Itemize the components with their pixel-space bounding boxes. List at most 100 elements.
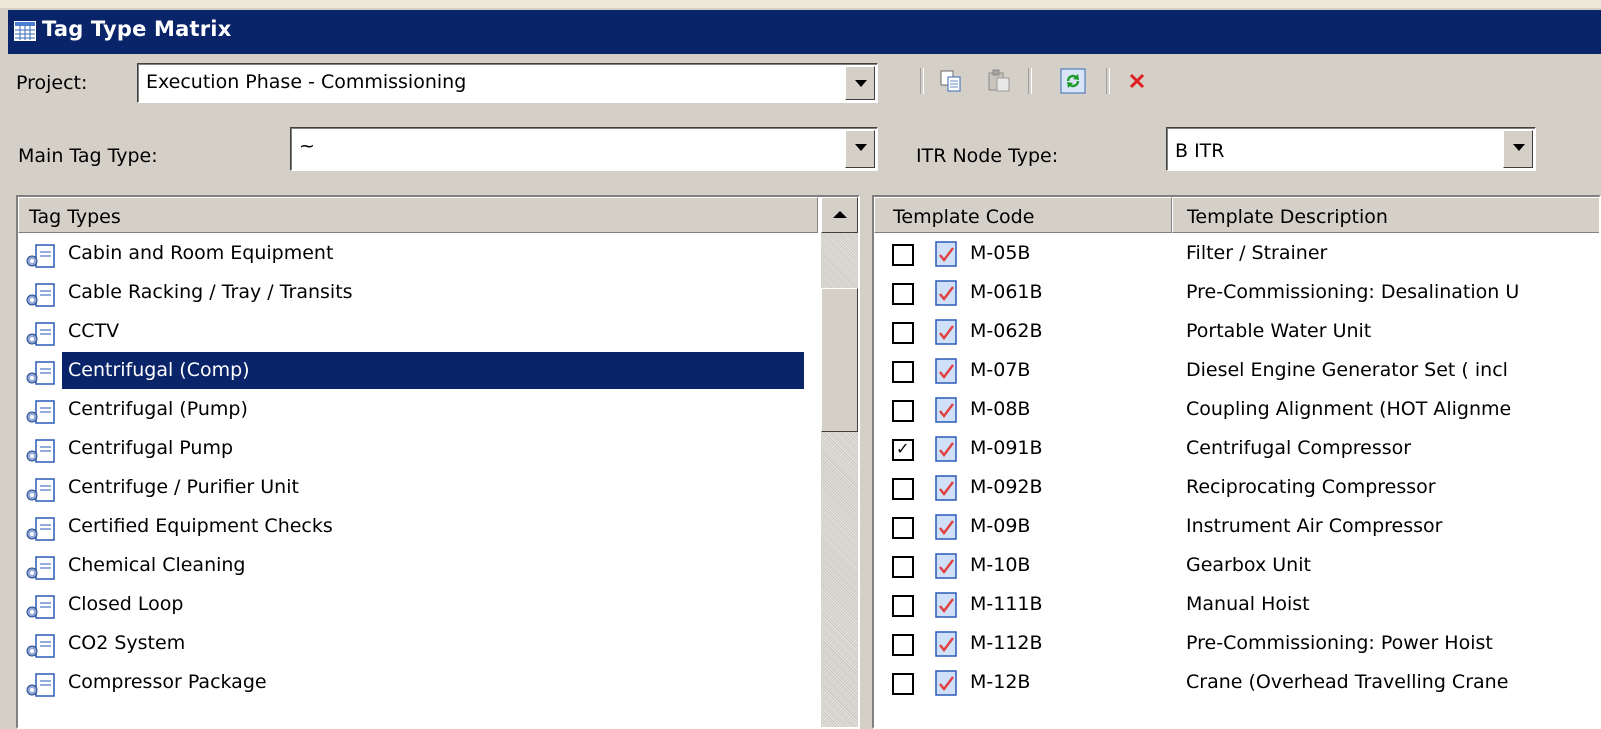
template-checkbox[interactable] [892,478,914,500]
project-value: Execution Phase - Commissioning [146,71,467,93]
template-code: M-12B [970,671,1031,693]
tag-type-icon [26,517,55,541]
table-row[interactable]: M-09B Instrument Air Compressor [874,508,1599,545]
template-checkbox[interactable] [892,283,914,305]
title-bar: Tag Type Matrix [8,10,1601,54]
itr-node-type-select[interactable]: B ITR [1166,127,1536,171]
tag-type-icon [26,634,55,658]
tag-type-icon [26,361,55,385]
template-code: M-07B [970,359,1031,381]
tag-types-scrollbar[interactable] [821,197,858,727]
check-icon: ✓ [896,439,910,458]
template-description: Portable Water Unit [1186,320,1372,342]
tag-type-icon [26,595,55,619]
table-row[interactable]: M-08B Coupling Alignment (HOT Alignme [874,391,1599,428]
itr-node-type-value: B ITR [1175,140,1225,162]
list-item[interactable]: Chemical Cleaning [18,547,818,584]
checklist-document-icon [935,319,957,345]
table-row[interactable]: M-12B Crane (Overhead Travelling Crane [874,664,1599,701]
list-item[interactable]: Centrifuge / Purifier Unit [18,469,818,506]
template-checkbox[interactable] [892,517,914,539]
template-checkbox[interactable] [892,361,914,383]
tag-type-label: Chemical Cleaning [68,554,246,576]
template-description: Reciprocating Compressor [1186,476,1436,498]
main-tag-type-value: ~ [299,135,315,157]
refresh-icon[interactable] [1060,68,1086,94]
template-checkbox[interactable] [892,400,914,422]
tag-type-icon [26,322,55,346]
paste-icon[interactable] [986,68,1012,94]
list-item[interactable]: Cabin and Room Equipment [18,235,818,272]
tag-type-icon [26,439,55,463]
toolbar-separator [920,68,924,94]
tag-types-list[interactable]: Tag Types Cabin and Room Equipment Cable … [16,195,860,729]
scroll-up-button[interactable] [821,197,858,233]
checklist-document-icon [935,514,957,540]
project-label: Project: [16,72,88,94]
template-checkbox[interactable] [892,595,914,617]
list-item[interactable]: Centrifugal (Pump) [18,391,818,428]
template-description: Manual Hoist [1186,593,1310,615]
list-item[interactable]: Certified Equipment Checks [18,508,818,545]
toolbar-separator [1028,68,1032,94]
project-select[interactable]: Execution Phase - Commissioning [137,63,878,103]
table-row[interactable]: M-061B Pre-Commissioning: Desalination U [874,274,1599,311]
template-description: Filter / Strainer [1186,242,1328,264]
delete-icon[interactable] [1126,70,1148,92]
template-checkbox[interactable] [892,322,914,344]
checklist-document-icon [935,553,957,579]
template-checkbox[interactable]: ✓ [892,439,914,461]
template-checkbox[interactable] [892,556,914,578]
template-code: M-061B [970,281,1043,303]
template-code: M-09B [970,515,1031,537]
tag-type-label: Closed Loop [68,593,184,615]
table-row[interactable]: M-07B Diesel Engine Generator Set ( incl [874,352,1599,389]
template-code-header[interactable]: Template Code [874,197,1172,233]
tag-type-label: Centrifugal (Pump) [68,398,248,420]
template-description-header[interactable]: Template Description [1172,197,1599,233]
tag-type-icon [26,673,55,697]
copy-icon[interactable] [938,68,964,94]
table-row[interactable]: M-05B Filter / Strainer [874,235,1599,272]
chevron-up-icon [833,211,847,218]
tag-type-label: CO2 System [68,632,186,654]
template-code: M-092B [970,476,1043,498]
templates-list[interactable]: Template Code Template Description M-05B… [872,195,1601,729]
list-item[interactable]: Centrifugal (Comp) [18,352,818,389]
chevron-down-icon[interactable] [845,130,875,168]
list-item[interactable]: CCTV [18,313,818,350]
template-description: Pre-Commissioning: Desalination U [1186,281,1520,303]
chevron-down-icon[interactable] [845,66,875,100]
table-row[interactable]: M-092B Reciprocating Compressor [874,469,1599,506]
list-item[interactable]: Closed Loop [18,586,818,623]
table-row[interactable]: M-111B Manual Hoist [874,586,1599,623]
list-item[interactable]: Compressor Package [18,664,818,701]
template-checkbox[interactable] [892,673,914,695]
template-code: M-111B [970,593,1043,615]
chevron-down-icon[interactable] [1503,130,1533,168]
checklist-document-icon [935,436,957,462]
window-title: Tag Type Matrix [42,17,232,41]
template-code: M-062B [970,320,1043,342]
table-row[interactable]: M-062B Portable Water Unit [874,313,1599,350]
tag-type-label: Centrifuge / Purifier Unit [68,476,299,498]
template-checkbox[interactable] [892,244,914,266]
checklist-document-icon [935,631,957,657]
scroll-thumb[interactable] [821,288,858,432]
table-row[interactable]: M-10B Gearbox Unit [874,547,1599,584]
tag-types-header[interactable]: Tag Types [18,197,818,233]
table-row[interactable]: M-112B Pre-Commissioning: Power Hoist [874,625,1599,662]
template-description: Gearbox Unit [1186,554,1311,576]
list-item[interactable]: CO2 System [18,625,818,662]
list-item[interactable]: Cable Racking / Tray / Transits [18,274,818,311]
table-row[interactable]: ✓ M-091B Centrifugal Compressor [874,430,1599,467]
main-tag-type-label: Main Tag Type: [18,145,158,167]
template-code: M-112B [970,632,1043,654]
template-checkbox[interactable] [892,634,914,656]
tag-type-label: CCTV [68,320,120,342]
template-description: Pre-Commissioning: Power Hoist [1186,632,1493,654]
template-description: Crane (Overhead Travelling Crane [1186,671,1509,693]
tag-type-label: Compressor Package [68,671,267,693]
main-tag-type-select[interactable]: ~ [290,127,878,171]
list-item[interactable]: Centrifugal Pump [18,430,818,467]
